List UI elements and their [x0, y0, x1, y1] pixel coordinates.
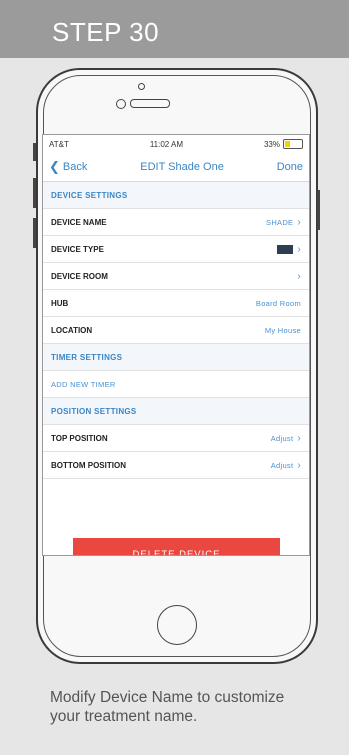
- status-bar: AT&T 11:02 AM 33%: [43, 135, 309, 153]
- chevron-left-icon: ❮: [49, 159, 60, 174]
- section-position-settings: POSITION SETTINGS: [43, 398, 309, 425]
- shade-type-icon: [277, 244, 294, 254]
- volume-down-button: [33, 218, 36, 248]
- row-label: HUB: [51, 298, 69, 308]
- earpiece-speaker: [130, 99, 170, 108]
- screen-title: EDIT Shade One: [140, 161, 224, 173]
- add-timer-button[interactable]: ADD NEW TIMER: [43, 371, 309, 398]
- row-label: LOCATION: [51, 325, 93, 335]
- row-bottom-position[interactable]: BOTTOM POSITION Adjust ›: [43, 452, 309, 479]
- row-label: DEVICE TYPE: [51, 244, 104, 254]
- navigation-bar: ❮ Back EDIT Shade One Done: [43, 153, 309, 182]
- chevron-right-icon: ›: [297, 270, 301, 282]
- step-title: STEP 30: [52, 17, 160, 47]
- row-value: Adjust: [270, 460, 294, 470]
- section-label: TIMER SETTINGS: [51, 352, 123, 362]
- row-label: DEVICE ROOM: [51, 271, 108, 281]
- chevron-right-icon: ›: [297, 459, 301, 471]
- section-timer-settings: TIMER SETTINGS: [43, 344, 309, 371]
- row-value: My House: [264, 325, 301, 335]
- chevron-right-icon: ›: [297, 432, 301, 444]
- section-device-settings: DEVICE SETTINGS: [43, 182, 309, 209]
- step-header: STEP 30: [0, 0, 349, 58]
- carrier-label: AT&T: [49, 139, 69, 149]
- chevron-right-icon: ›: [297, 216, 301, 228]
- add-timer-label: ADD NEW TIMER: [51, 379, 116, 389]
- delete-device-button[interactable]: DELETE DEVICE: [73, 538, 280, 555]
- section-label: POSITION SETTINGS: [51, 406, 137, 416]
- row-device-room[interactable]: DEVICE ROOM ›: [43, 263, 309, 290]
- mute-switch: [33, 143, 36, 161]
- phone-screen: AT&T 11:02 AM 33% ❮ Back EDIT Shade One …: [42, 134, 310, 556]
- back-label: Back: [62, 161, 88, 173]
- power-button: [317, 190, 320, 230]
- row-label: TOP POSITION: [51, 433, 108, 443]
- volume-up-button: [33, 178, 36, 208]
- row-device-type[interactable]: DEVICE TYPE ›: [43, 236, 309, 263]
- battery-icon: [283, 139, 303, 149]
- battery-percent: 33%: [263, 139, 280, 149]
- back-button[interactable]: ❮ Back: [49, 159, 87, 175]
- row-device-name[interactable]: DEVICE NAME SHADE ›: [43, 209, 309, 236]
- home-button[interactable]: [157, 605, 197, 645]
- front-camera: [116, 99, 126, 109]
- done-button[interactable]: Done: [277, 161, 303, 173]
- row-value: Adjust: [270, 433, 294, 443]
- battery-indicator: 33%: [264, 139, 303, 149]
- row-value: Board Room: [255, 298, 301, 308]
- chevron-right-icon: ›: [297, 243, 301, 255]
- clock-label: 11:02 AM: [149, 139, 184, 149]
- instruction-caption: Modify Device Name to customize your tre…: [50, 689, 285, 725]
- proximity-sensor: [138, 83, 145, 90]
- row-top-position[interactable]: TOP POSITION Adjust ›: [43, 425, 309, 452]
- row-hub: HUB Board Room: [43, 290, 309, 317]
- section-label: DEVICE SETTINGS: [51, 190, 128, 200]
- row-label: BOTTOM POSITION: [51, 460, 126, 470]
- row-value: SHADE: [266, 217, 294, 227]
- row-location: LOCATION My House: [43, 317, 309, 344]
- row-label: DEVICE NAME: [51, 217, 107, 227]
